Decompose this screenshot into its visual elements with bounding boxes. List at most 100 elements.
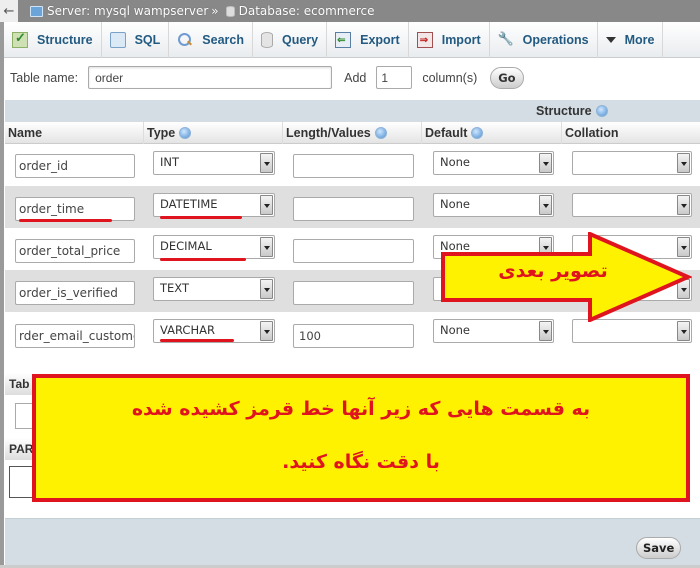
table-name-label: Table name: bbox=[10, 70, 79, 85]
add-columns-input[interactable] bbox=[376, 66, 413, 89]
header-type: Type bbox=[144, 122, 283, 144]
collation-select[interactable] bbox=[572, 193, 692, 217]
column-name-input[interactable]: order_is_verified bbox=[15, 281, 135, 305]
tab-label: Structure bbox=[37, 32, 93, 47]
red-underline bbox=[160, 339, 234, 342]
header-length-text: Length/Values bbox=[286, 126, 371, 140]
table-name-row: Table name: Add column(s) Go bbox=[10, 66, 524, 89]
tab-bar: Structure SQL Search Query Export Import… bbox=[4, 21, 700, 58]
save-bar bbox=[5, 518, 700, 568]
add-label: Add bbox=[344, 70, 367, 85]
help-icon[interactable] bbox=[374, 127, 387, 139]
header-name-text: Name bbox=[8, 126, 43, 140]
dropdown-arrow-icon[interactable] bbox=[260, 153, 273, 173]
database-icon bbox=[225, 5, 235, 17]
tab-label: Search bbox=[202, 32, 244, 47]
instruction-note-box bbox=[32, 374, 690, 502]
tab-query[interactable]: Query bbox=[253, 21, 328, 58]
column-name-input[interactable]: order_time bbox=[15, 197, 135, 221]
help-icon[interactable] bbox=[179, 127, 192, 139]
instruction-note-line1: به قسمت هایی که زیر آنها خط قرمز کشیده ش… bbox=[131, 398, 591, 420]
header-length: Length/Values bbox=[283, 122, 422, 144]
column-name-input[interactable]: rder_email_customer bbox=[15, 324, 135, 348]
type-value: DECIMAL bbox=[160, 239, 212, 253]
header-default-text: Default bbox=[425, 126, 468, 140]
tab-more[interactable]: More bbox=[598, 21, 664, 58]
tab-import[interactable]: Import bbox=[409, 21, 490, 58]
dropdown-arrow-icon[interactable] bbox=[539, 195, 552, 215]
structure-icon bbox=[12, 30, 28, 48]
server-icon bbox=[30, 5, 43, 17]
import-icon bbox=[416, 31, 433, 48]
sql-icon bbox=[109, 31, 126, 48]
breadcrumb-server[interactable]: Server: mysql wampserver bbox=[47, 4, 208, 18]
dropdown-arrow-icon[interactable] bbox=[260, 237, 273, 257]
instruction-note-line2: با دقت نگاه کنید. bbox=[282, 451, 440, 473]
triangle-down-icon bbox=[605, 32, 616, 48]
default-value: None bbox=[440, 197, 471, 211]
query-icon bbox=[260, 31, 273, 48]
red-underline bbox=[19, 219, 112, 222]
default-select[interactable]: None bbox=[433, 319, 554, 343]
red-underline bbox=[160, 216, 242, 219]
length-input[interactable] bbox=[293, 197, 414, 221]
default-select[interactable]: None bbox=[433, 151, 554, 175]
red-underline bbox=[160, 258, 246, 261]
table-row: order_id INT None bbox=[5, 144, 700, 186]
save-button[interactable]: Save bbox=[636, 537, 682, 559]
tab-structure[interactable]: Structure bbox=[4, 21, 102, 58]
default-select[interactable]: None bbox=[433, 193, 554, 217]
default-value: None bbox=[440, 155, 471, 169]
length-input[interactable] bbox=[293, 154, 414, 178]
dropdown-arrow-icon[interactable] bbox=[260, 279, 273, 299]
header-default: Default bbox=[422, 122, 562, 144]
search-icon bbox=[177, 32, 193, 48]
dropdown-arrow-icon[interactable] bbox=[260, 321, 273, 341]
header-type-text: Type bbox=[147, 126, 176, 140]
type-select[interactable]: DECIMAL bbox=[153, 235, 275, 259]
columns-label: column(s) bbox=[422, 70, 478, 85]
header-name: Name bbox=[5, 122, 144, 144]
type-select[interactable]: INT bbox=[153, 151, 275, 175]
table-name-input[interactable] bbox=[88, 66, 333, 89]
left-arrow-icon[interactable]: ← bbox=[0, 0, 18, 22]
dropdown-arrow-icon[interactable] bbox=[677, 195, 690, 215]
tab-operations[interactable]: Operations bbox=[490, 21, 598, 58]
tab-label: Operations bbox=[522, 32, 589, 47]
collation-select[interactable] bbox=[572, 151, 692, 175]
breadcrumb-database[interactable]: Database: ecommerce bbox=[239, 4, 375, 18]
dropdown-arrow-icon[interactable] bbox=[539, 321, 552, 341]
wrench-icon bbox=[498, 32, 514, 48]
dropdown-arrow-icon[interactable] bbox=[677, 321, 690, 341]
column-name-input[interactable]: order_id bbox=[15, 154, 135, 178]
help-icon[interactable] bbox=[595, 105, 608, 117]
tab-export[interactable]: Export bbox=[327, 21, 409, 58]
tab-label: SQL bbox=[134, 32, 161, 47]
tab-search[interactable]: Search bbox=[169, 21, 253, 58]
dropdown-arrow-icon[interactable] bbox=[677, 153, 690, 173]
tab-sql[interactable]: SQL bbox=[102, 21, 170, 58]
structure-title-text: Structure bbox=[536, 104, 592, 118]
breadcrumb: Server: mysql wampserver » Database: eco… bbox=[30, 4, 374, 18]
help-icon[interactable] bbox=[471, 127, 484, 139]
length-input[interactable] bbox=[293, 239, 414, 263]
type-value: TEXT bbox=[160, 281, 189, 295]
dropdown-arrow-icon[interactable] bbox=[260, 195, 273, 215]
type-value: DATETIME bbox=[160, 197, 218, 211]
dropdown-arrow-icon[interactable] bbox=[539, 153, 552, 173]
breadcrumb-separator: » bbox=[211, 4, 219, 18]
length-input[interactable]: 100 bbox=[293, 324, 414, 348]
collation-select[interactable] bbox=[572, 319, 692, 343]
type-value: INT bbox=[160, 155, 180, 169]
header-collation: Collation bbox=[562, 122, 700, 144]
type-select[interactable]: DATETIME bbox=[153, 193, 275, 217]
breadcrumb-bar: ← Server: mysql wampserver » Database: e… bbox=[0, 0, 700, 22]
column-name-input[interactable]: order_total_price bbox=[15, 239, 135, 263]
header-collation-text: Collation bbox=[565, 126, 619, 140]
type-select[interactable]: TEXT bbox=[153, 277, 275, 301]
table-row: order_time DATETIME None bbox=[5, 186, 700, 228]
go-button[interactable]: Go bbox=[490, 66, 524, 89]
arrow-caption: تصویر بعدی bbox=[498, 260, 608, 282]
length-input[interactable] bbox=[293, 281, 414, 305]
frame-left-edge bbox=[0, 22, 4, 568]
